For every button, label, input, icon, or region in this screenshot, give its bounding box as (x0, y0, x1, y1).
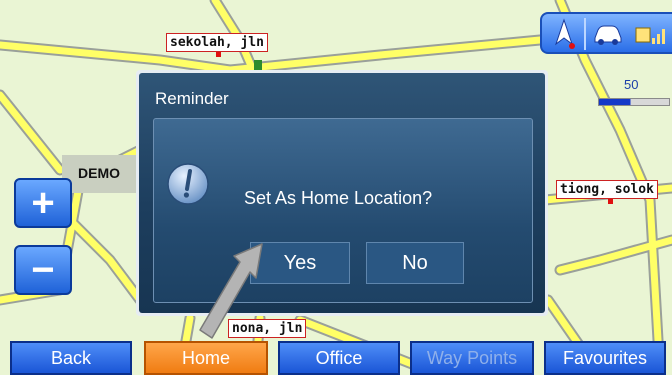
status-panel[interactable] (540, 12, 672, 54)
demo-watermark: DEMO (62, 155, 142, 193)
office-button[interactable]: Office (278, 341, 400, 375)
back-button[interactable]: Back (10, 341, 132, 375)
zoom-out-button[interactable]: − (14, 245, 72, 295)
pointer-arrow-icon (199, 243, 263, 339)
status-divider (584, 18, 586, 50)
north-arrow-icon[interactable] (552, 18, 576, 50)
way-points-button[interactable]: Way Points (410, 341, 534, 375)
info-icon (167, 163, 209, 205)
street-marker (608, 199, 613, 204)
no-button[interactable]: No (366, 242, 464, 284)
gps-signal-icon (635, 27, 665, 44)
scale-bar (598, 98, 670, 106)
dialog-title: Reminder (155, 89, 229, 108)
street-label-sekolah: sekolah, jln (166, 33, 268, 52)
car-icon[interactable] (592, 22, 624, 46)
minus-icon: − (31, 248, 55, 292)
zoom-in-button[interactable]: + (14, 178, 72, 228)
favourites-button[interactable]: Favourites (544, 341, 666, 375)
plus-icon: + (31, 181, 55, 225)
street-marker (216, 52, 221, 57)
street-label-tiong: tiong, solok (556, 180, 658, 199)
home-button[interactable]: Home (144, 341, 268, 375)
scale-label: 50 (624, 77, 639, 92)
dialog-message: Set As Home Location? (244, 188, 433, 208)
